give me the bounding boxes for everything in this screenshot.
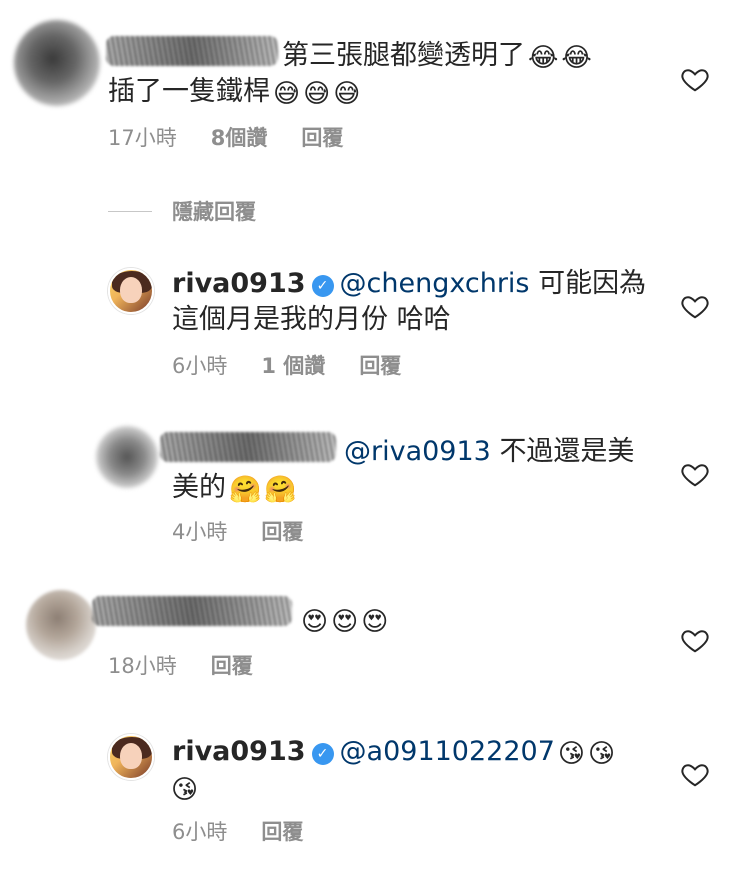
heart-icon[interactable]: [680, 759, 710, 789]
emoji: 😍: [331, 607, 359, 637]
comment-text-cont: 插了一隻鐵桿 😅 😅 😅: [108, 74, 360, 110]
emoji: 🤗: [264, 475, 297, 505]
emoji: 😂: [528, 43, 559, 73]
avatar[interactable]: [26, 590, 96, 660]
reply-button[interactable]: 回覆: [301, 124, 343, 152]
avatar[interactable]: [108, 734, 154, 780]
hidden-replies-label[interactable]: 隱藏回覆: [172, 198, 256, 226]
timestamp: 17小時: [108, 126, 177, 150]
avatar-face: [120, 277, 142, 303]
emoji: 😘: [587, 739, 616, 769]
reply-text-line1: 可能因為: [538, 268, 647, 299]
emoji: 😅: [303, 79, 331, 109]
heart-icon[interactable]: [680, 459, 710, 489]
redacted-username: [106, 36, 278, 66]
emoji: 😅: [333, 79, 361, 109]
emoji: 😘: [171, 775, 199, 805]
comment-text-line2: 插了一隻鐵桿: [108, 76, 270, 107]
like-count[interactable]: 1 個讚: [261, 352, 325, 380]
timestamp: 6小時: [172, 354, 228, 378]
reply-text-cont: 這個月是我的月份 哈哈: [172, 302, 451, 338]
reply-button[interactable]: 回覆: [261, 818, 303, 846]
emoji: 😍: [361, 607, 389, 637]
heart-icon[interactable]: [680, 64, 710, 94]
username[interactable]: riva0913: [172, 268, 306, 299]
reply-meta: 6小時 回覆: [172, 818, 337, 846]
reply-text-line1: 不過還是美: [499, 436, 635, 467]
redacted-username: [92, 596, 292, 626]
reply-meta: 4小時 回覆: [172, 518, 337, 546]
reply-text-line2: 這個月是我的月份 哈哈: [172, 304, 451, 335]
comment-meta: 18小時 回覆: [108, 652, 287, 680]
verified-badge-icon: ✓: [311, 275, 334, 297]
comment-meta: 17小時 8個讚 回覆: [108, 124, 377, 152]
reply-text-line2: 美的: [172, 472, 226, 503]
avatar[interactable]: [96, 426, 158, 488]
reply-button[interactable]: 回覆: [359, 352, 401, 380]
reply-text: @riva0913 不過還是美: [344, 434, 634, 470]
reply-text: riva0913 ✓ @a0911022207 😘 😘: [172, 734, 615, 770]
mention-link[interactable]: @riva0913: [344, 436, 491, 467]
reply-button[interactable]: 回覆: [261, 518, 303, 546]
emoji: 😘: [557, 739, 585, 769]
mention-link[interactable]: @chengxchris: [340, 268, 530, 299]
avatar[interactable]: [108, 268, 154, 314]
emoji: 😍: [301, 607, 329, 637]
comment-text-line1: 第三張腿都變透明了: [282, 40, 525, 71]
reply-text: riva0913 ✓ @chengxchris 可能因為: [172, 266, 646, 302]
heart-icon[interactable]: [680, 291, 710, 321]
reply-text-cont: 美的 🤗 🤗: [172, 470, 297, 506]
like-count[interactable]: 8個讚: [211, 124, 268, 152]
comment-text: 😍 😍 😍: [298, 602, 388, 638]
heart-icon[interactable]: [680, 625, 710, 655]
redacted-username: [160, 432, 336, 462]
timestamp: 6小時: [172, 820, 228, 844]
mention-link[interactable]: @a0911022207: [340, 736, 555, 767]
emoji: 😂: [561, 43, 592, 73]
avatar[interactable]: [14, 20, 100, 106]
avatar-face: [120, 743, 142, 769]
reply-text-cont: 😘: [168, 770, 198, 806]
emoji: 🤗: [229, 475, 262, 505]
timestamp: 4小時: [172, 520, 228, 544]
timestamp: 18小時: [108, 654, 177, 678]
username[interactable]: riva0913: [172, 736, 306, 767]
reply-button[interactable]: 回覆: [211, 652, 253, 680]
comment-text: 第三張腿都變透明了 😂 😂: [282, 38, 592, 74]
verified-badge-icon: ✓: [311, 743, 334, 765]
reply-meta: 6小時 1 個讚 回覆: [172, 352, 435, 380]
emoji: 😅: [273, 79, 301, 109]
divider-line: [108, 211, 152, 212]
